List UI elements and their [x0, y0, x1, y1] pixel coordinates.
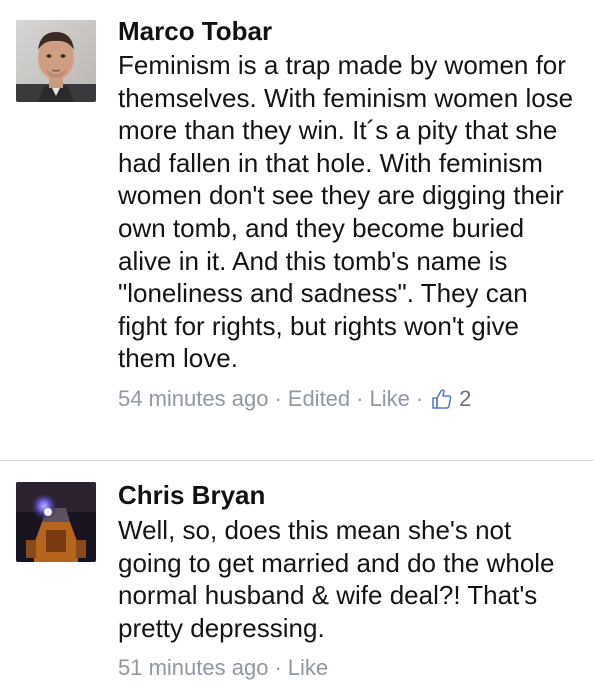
meta-separator: ·: [274, 385, 282, 411]
comment-author[interactable]: Chris Bryan: [118, 478, 578, 512]
like-count-value: 2: [459, 385, 472, 411]
avatar[interactable]: [16, 482, 96, 562]
like-count[interactable]: 2: [431, 384, 471, 414]
profile-photo: [16, 482, 96, 562]
meta-separator: ·: [415, 385, 424, 411]
comment-item: Chris Bryan Well, so, does this mean she…: [0, 460, 594, 688]
like-button[interactable]: Like: [288, 653, 328, 683]
comment-text: Feminism is a trap made by women for the…: [118, 50, 574, 374]
meta-separator: ·: [356, 385, 364, 411]
meta-separator: ·: [274, 655, 282, 681]
profile-photo: [16, 20, 96, 102]
thumbs-up-icon: [432, 389, 452, 409]
comment-timestamp[interactable]: 51 minutes ago: [118, 653, 268, 683]
comment-item: Marco Tobar Feminism is a trap made by w…: [0, 0, 594, 460]
comment-text: Well, so, does this mean she's not going…: [118, 515, 555, 643]
comment-body: Chris Bryan Well, so, does this mean she…: [118, 478, 578, 683]
comment-body: Marco Tobar Feminism is a trap made by w…: [118, 14, 578, 414]
comment-meta: 54 minutes ago · Edited · Like · 2: [118, 384, 578, 414]
comment-meta: 51 minutes ago · Like: [118, 653, 578, 683]
edited-link[interactable]: Edited: [288, 384, 350, 414]
like-button[interactable]: Like: [369, 384, 409, 414]
comment-author[interactable]: Marco Tobar: [118, 14, 578, 48]
comment-timestamp[interactable]: 54 minutes ago: [118, 384, 268, 414]
avatar[interactable]: [16, 20, 96, 102]
